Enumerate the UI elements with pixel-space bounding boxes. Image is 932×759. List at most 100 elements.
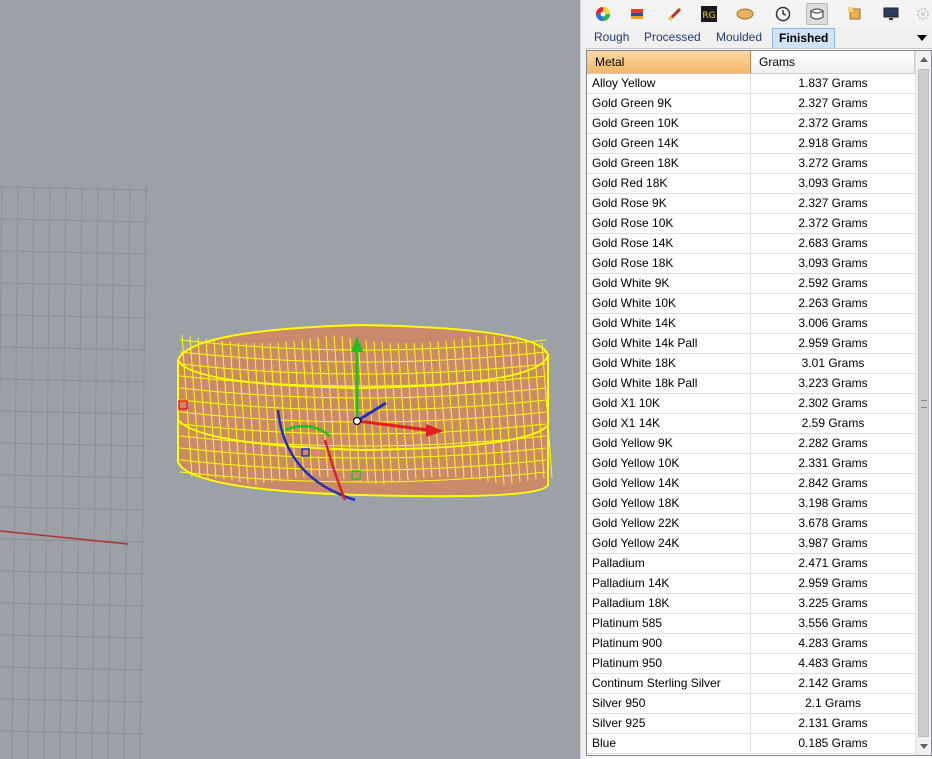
grams-cell: 2.327 Grams	[798, 96, 868, 110]
table-row[interactable]: Palladium 2.471 Grams	[587, 554, 915, 574]
table-row[interactable]: Gold Yellow 24K 3.987 Grams	[587, 534, 915, 554]
weight-tabs: Rough Processed Moulded Finished	[586, 27, 932, 49]
table-row[interactable]: Platinum 900 4.283 Grams	[587, 634, 915, 654]
table-row[interactable]: Gold Yellow 18K 3.198 Grams	[587, 494, 915, 514]
table-row[interactable]: Blue 0.185 Grams	[587, 734, 915, 754]
table-row[interactable]: Gold White 9K 2.592 Grams	[587, 274, 915, 294]
3d-viewport[interactable]	[0, 0, 580, 759]
scrollbar-thumb[interactable]	[918, 69, 929, 737]
grams-cell: 2.683 Grams	[798, 236, 868, 250]
table-row[interactable]: Silver 950 2.1 Grams	[587, 694, 915, 714]
table-row[interactable]: Gold Rose 18K 3.093 Grams	[587, 254, 915, 274]
metal-cell: Gold White 18k Pall	[587, 374, 751, 393]
table-row[interactable]: Platinum 950 4.483 Grams	[587, 654, 915, 674]
grams-cell: 3.093 Grams	[798, 256, 868, 270]
viewport-canvas[interactable]	[0, 0, 580, 759]
table-row[interactable]: Gold Rose 10K 2.372 Grams	[587, 214, 915, 234]
table-row[interactable]: Gold White 18K 3.01 Grams	[587, 354, 915, 374]
table-row[interactable]: Gold White 18k Pall 3.223 Grams	[587, 374, 915, 394]
column-header-grams[interactable]: Grams	[751, 51, 915, 74]
table-row[interactable]: Gold Yellow 9K 2.282 Grams	[587, 434, 915, 454]
metal-cell: Gold Green 18K	[587, 154, 751, 173]
table-row[interactable]: Gold Green 9K 2.327 Grams	[587, 94, 915, 114]
ring-icon[interactable]	[806, 3, 828, 25]
metal-cell: Gold Yellow 22K	[587, 514, 751, 533]
grams-cell: 2.142 Grams	[798, 676, 868, 690]
table-row[interactable]: Continum Sterling Silver 2.142 Grams	[587, 674, 915, 694]
table-row[interactable]: Silver 925 2.131 Grams	[587, 714, 915, 734]
metal-cell: Silver 925	[587, 714, 751, 733]
display-icon[interactable]	[880, 3, 902, 25]
table-row[interactable]: Gold X1 14K 2.59 Grams	[587, 414, 915, 434]
metal-cell: Gold Rose 9K	[587, 194, 751, 213]
table-row[interactable]: Gold Rose 9K 2.327 Grams	[587, 194, 915, 214]
grams-cell: 3.223 Grams	[798, 376, 868, 390]
table-row[interactable]: Gold Green 14K 2.918 Grams	[587, 134, 915, 154]
table-row[interactable]: Gold Red 18K 3.093 Grams	[587, 174, 915, 194]
grams-cell: 4.483 Grams	[798, 656, 868, 670]
table-row[interactable]: Gold X1 10K 2.302 Grams	[587, 394, 915, 414]
table-row[interactable]: Alloy Yellow 1.837 Grams	[587, 74, 915, 94]
metal-cell: Gold White 9K	[587, 274, 751, 293]
vertical-scrollbar[interactable]	[915, 51, 931, 755]
grams-cell: 3.093 Grams	[798, 176, 868, 190]
layers-icon[interactable]	[626, 3, 648, 25]
table-row[interactable]: Gold White 14k Pall 2.959 Grams	[587, 334, 915, 354]
grams-cell: 2.131 Grams	[798, 716, 868, 730]
metal-cell: Gold X1 10K	[587, 394, 751, 413]
tab-rough[interactable]: Rough	[588, 28, 635, 48]
settings-icon[interactable]	[912, 3, 932, 25]
table-row[interactable]: Gold Green 18K 3.272 Grams	[587, 154, 915, 174]
table-row[interactable]: Gold Yellow 14K 2.842 Grams	[587, 474, 915, 494]
grams-cell: 3.272 Grams	[798, 156, 868, 170]
clock-icon[interactable]	[772, 3, 794, 25]
grams-cell: 3.225 Grams	[798, 596, 868, 610]
tab-finished[interactable]: Finished	[772, 28, 836, 48]
scroll-down-arrow-icon[interactable]	[916, 738, 931, 755]
metal-icon[interactable]	[734, 3, 756, 25]
grams-cell: 2.592 Grams	[798, 276, 868, 290]
gem-icon[interactable]	[844, 3, 866, 25]
table-row[interactable]: Gold Green 10K 2.372 Grams	[587, 114, 915, 134]
table-row[interactable]: Gold White 14K 3.006 Grams	[587, 314, 915, 334]
tab-moulded[interactable]: Moulded	[710, 28, 768, 48]
rg-plugin-icon[interactable]: RG	[698, 3, 720, 25]
metal-cell: Silver 950	[587, 694, 751, 713]
grams-cell: 0.185 Grams	[798, 736, 868, 750]
metal-cell: Gold White 10K	[587, 294, 751, 313]
table-row[interactable]: Palladium 18K 3.225 Grams	[587, 594, 915, 614]
table-header: Metal Grams	[587, 51, 915, 74]
grams-cell: 3.198 Grams	[798, 496, 868, 510]
grams-cell: 3.01 Grams	[801, 356, 865, 370]
grams-cell: 2.372 Grams	[798, 116, 868, 130]
color-wheel-icon[interactable]	[592, 3, 614, 25]
metal-cell: Gold Rose 14K	[587, 234, 751, 253]
brush-icon[interactable]	[664, 3, 686, 25]
gumball-center-icon	[352, 416, 362, 426]
table-row[interactable]: Gold Yellow 22K 3.678 Grams	[587, 514, 915, 534]
ring-wireframe[interactable]	[177, 323, 553, 498]
metal-cell: Gold Green 9K	[587, 94, 751, 113]
table-row[interactable]: Palladium 14K 2.959 Grams	[587, 574, 915, 594]
table-row[interactable]: Gold White 10K 2.263 Grams	[587, 294, 915, 314]
metal-cell: Gold Rose 18K	[587, 254, 751, 273]
grams-cell: 2.302 Grams	[798, 396, 868, 410]
construction-grid	[0, 184, 149, 759]
column-header-metal[interactable]: Metal	[587, 51, 751, 74]
grams-cell: 2.471 Grams	[798, 556, 868, 570]
table-row[interactable]: Gold Rose 14K 2.683 Grams	[587, 234, 915, 254]
grams-cell: 2.59 Grams	[801, 416, 865, 430]
tab-processed[interactable]: Processed	[638, 28, 707, 48]
tab-overflow-chevron-down-icon[interactable]	[916, 31, 928, 43]
panel-toolbar: RG	[586, 0, 932, 27]
metal-cell: Continum Sterling Silver	[587, 674, 751, 693]
metal-cell: Gold Yellow 14K	[587, 474, 751, 493]
table-row[interactable]: Platinum 585 3.556 Grams	[587, 614, 915, 634]
grams-cell: 3.556 Grams	[798, 616, 868, 630]
scroll-up-arrow-icon[interactable]	[916, 51, 931, 68]
grams-cell: 4.283 Grams	[798, 636, 868, 650]
metal-cell: Gold Yellow 10K	[587, 454, 751, 473]
metal-cell: Palladium	[587, 554, 751, 573]
grams-cell: 2.959 Grams	[798, 336, 868, 350]
table-row[interactable]: Gold Yellow 10K 2.331 Grams	[587, 454, 915, 474]
